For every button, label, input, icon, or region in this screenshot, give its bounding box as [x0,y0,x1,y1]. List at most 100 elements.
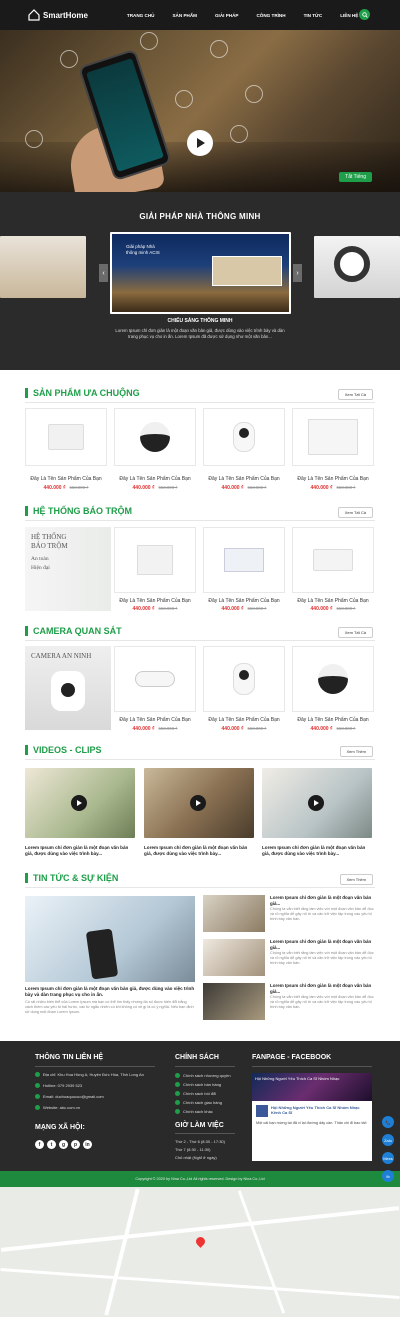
divider [35,1066,155,1067]
bullet-icon [175,1091,180,1096]
map[interactable] [0,1187,400,1317]
search-button[interactable] [359,9,370,20]
product-card[interactable] [292,527,374,593]
video-thumbnail[interactable] [25,768,135,838]
policy-link[interactable]: Chính sách bán hàng [175,1082,221,1087]
facebook-widget[interactable]: Hội Những Người Yêu Thích Ca Sĩ Nhóm Nhạ… [252,1073,372,1161]
videos-title: VIDEOS - CLIPS [33,745,102,755]
product-name[interactable]: Đây Là Tên Sản Phẩm Của Bạn [25,476,107,482]
product-name[interactable]: Đây Là Tên Sản Phẩm Của Bạn [203,598,285,604]
policy-link[interactable]: Chính sách giao hàng [175,1100,222,1105]
policy-link[interactable]: Chính sách khác [175,1109,213,1114]
videos-more-button[interactable]: Xem Thêm [339,746,373,757]
camera-banner[interactable]: CAMERA AN NINH [25,646,111,730]
video-thumbnail[interactable] [144,768,254,838]
price: 440.000 ₫ [310,485,333,491]
news-thumbnail[interactable] [203,983,265,1020]
product-name[interactable]: Đây Là Tên Sản Phẩm Của Bạn [292,598,374,604]
product-card[interactable] [203,527,285,593]
product-name[interactable]: Đây Là Tên Sản Phẩm Của Bạn [292,476,374,482]
camera-icon [175,90,193,108]
product-card[interactable] [292,646,374,712]
product-name[interactable]: Đây Là Tên Sản Phẩm Của Bạn [292,717,374,723]
product-name[interactable]: Đây Là Tên Sản Phẩm Của Bạn [203,717,285,723]
chevron-left-icon[interactable]: ‹ [99,264,108,282]
home-icon [60,50,78,68]
product-name[interactable]: Đây Là Tên Sản Phẩm Của Bạn [114,598,196,604]
solution-slide-active[interactable]: Giải pháp Nhà thông minh ACIS [110,232,291,314]
policy-link[interactable]: Chính sách nhượng quyền [175,1073,231,1078]
solution-slide-next[interactable] [314,236,400,298]
play-icon[interactable] [308,795,324,811]
product-name[interactable]: Đây Là Tên Sản Phẩm Của Bạn [114,476,196,482]
divider [25,759,375,760]
featured-title: SẢN PHẨM ƯA CHUỘNG [33,388,140,398]
twitter-icon[interactable]: t [47,1140,56,1149]
phone[interactable]: Hotline: 079 2939 523 [35,1083,82,1088]
facebook-icon[interactable]: f [35,1140,44,1149]
news-more-button[interactable]: Xem Thêm [339,874,373,885]
logo[interactable]: SmartHome [28,9,88,21]
featured-more-button[interactable]: Xem Tất Cả [337,389,373,400]
divider [25,640,375,641]
menu-item-products[interactable]: SẢN PHẨM [163,13,206,18]
phone-icon[interactable]: 📞 [382,1116,394,1128]
email-text: Email: duchoaquocuo@gmail.com [43,1094,104,1099]
mute-toggle[interactable]: Tắt Tiếng [339,172,372,182]
product-card[interactable] [114,646,196,712]
policy-link[interactable]: Chính sách bồi đổi [175,1091,216,1096]
alarm-banner[interactable]: HỆ THỐNG BÁO TRỘM An toàn Hiện đại [25,527,111,611]
video-caption[interactable]: Lorem Ipsum chỉ đơn giản là một đoạn văn… [25,845,137,857]
video-caption[interactable]: Lorem Ipsum chỉ đơn giản là một đoạn văn… [144,845,256,857]
globe-icon [35,1105,40,1110]
product-name[interactable]: Đây Là Tên Sản Phẩm Của Bạn [114,717,196,723]
solution-slide-prev[interactable] [0,236,86,298]
product-price: 440.000 ₫ 558.000 ₫ [25,485,107,491]
bullet-camera-image [135,671,175,687]
news-item-title[interactable]: Lorem Ipsum chỉ đơn giản là một đoạn văn… [270,983,375,994]
camera-illustration [51,671,85,711]
alarm-more-button[interactable]: Xem Tất Cả [337,507,373,518]
play-button[interactable] [187,130,213,156]
old-price: 558.000 ₫ [336,606,356,611]
menu-item-projects[interactable]: CÔNG TRÌNH [247,13,294,18]
video-caption[interactable]: Lorem Ipsum chỉ đơn giản là một đoạn văn… [262,845,374,857]
pinterest-icon[interactable]: p [71,1140,80,1149]
video-thumbnail[interactable] [262,768,372,838]
website[interactable]: Website: abc.com.vn [35,1105,80,1110]
product-card[interactable] [292,408,374,466]
product-card[interactable] [114,408,196,466]
menu-item-home[interactable]: TRANG CHỦ [118,13,164,18]
old-price: 558.000 ₫ [158,485,178,490]
map-pin-icon[interactable] [194,1235,207,1248]
avatar [256,1105,268,1117]
address-text: Địa chỉ: Khu Hoa Hồng A, Huyện Đức Hòa, … [43,1072,144,1077]
google-icon[interactable]: g [59,1140,68,1149]
linkedin-icon[interactable]: in [83,1140,92,1149]
product-card[interactable] [114,527,196,593]
product-price: 440.000 ₫ 558.000 ₫ [292,485,374,491]
product-name[interactable]: Đây Là Tên Sản Phẩm Của Bạn [203,476,285,482]
play-icon[interactable] [71,795,87,811]
product-card[interactable] [203,408,285,466]
product-card[interactable] [25,408,107,466]
menu-item-solutions[interactable]: GIẢI PHÁP [206,13,247,18]
play-icon[interactable] [190,795,206,811]
social-icons: f t g p in [35,1140,92,1149]
news-main-image[interactable] [25,896,195,982]
email[interactable]: Email: duchoaquocuo@gmail.com [35,1094,104,1099]
news-item-title[interactable]: Lorem Ipsum chỉ đơn giản là một đoạn văn… [270,939,375,950]
menu-item-news[interactable]: TIN TỨC [295,13,332,18]
old-price: 558.000 ₫ [247,485,267,490]
zalo-icon[interactable]: Zalo [382,1134,394,1146]
messenger-icon[interactable]: Mess [382,1152,394,1164]
news-thumbnail[interactable] [203,895,265,932]
news-item-title[interactable]: Lorem Ipsum chỉ đơn giản là một đoạn văn… [270,895,375,906]
product-card[interactable] [203,646,285,712]
camera-more-button[interactable]: Xem Tất Cả [337,627,373,638]
chevron-right-icon[interactable]: › [293,264,302,282]
news-main-title[interactable]: Lorem Ipsum chỉ đơn giản là một đoạn văn… [25,986,195,998]
news-thumbnail[interactable] [203,939,265,976]
facebook-icon[interactable]: fb [382,1170,394,1182]
divider [25,520,375,521]
